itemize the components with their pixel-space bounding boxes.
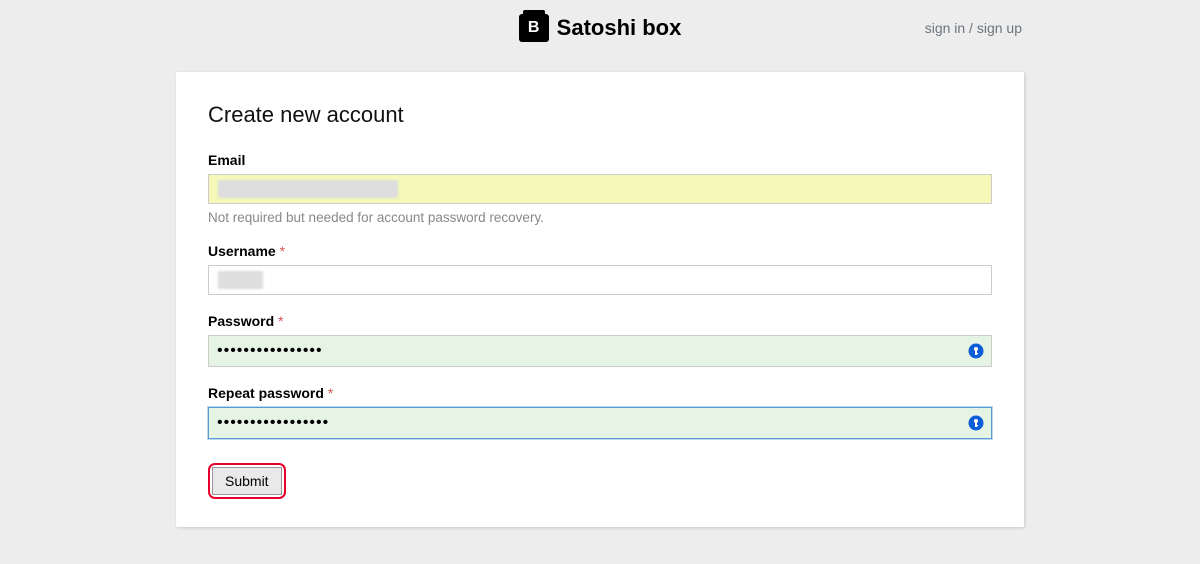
username-field[interactable] [208, 265, 992, 295]
email-hint: Not required but needed for account pass… [208, 210, 992, 225]
page-header: B Satoshi box sign in / sign up [0, 0, 1200, 60]
required-marker: * [278, 313, 283, 329]
signup-card: Create new account Email Not required bu… [176, 72, 1024, 527]
password-field[interactable] [208, 335, 992, 367]
repeat-password-label: Repeat password * [208, 385, 992, 401]
page-title: Create new account [208, 102, 992, 128]
signin-signup-link[interactable]: sign in / sign up [925, 20, 1022, 36]
submit-highlight: Submit [208, 463, 286, 499]
username-group: Username * [208, 243, 992, 295]
username-label: Username * [208, 243, 992, 259]
bitcoin-logo-icon: B [519, 14, 549, 42]
email-label: Email [208, 152, 992, 168]
required-marker: * [328, 385, 333, 401]
password-label: Password * [208, 313, 992, 329]
password-group: Password * [208, 313, 992, 367]
required-marker: * [280, 243, 285, 259]
brand[interactable]: B Satoshi box [519, 14, 682, 42]
submit-wrap: Submit [208, 463, 992, 499]
brand-title: Satoshi box [557, 15, 682, 41]
email-group: Email Not required but needed for accoun… [208, 152, 992, 225]
submit-button[interactable]: Submit [212, 467, 282, 495]
repeat-password-field[interactable] [208, 407, 992, 439]
repeat-password-group: Repeat password * [208, 385, 992, 439]
